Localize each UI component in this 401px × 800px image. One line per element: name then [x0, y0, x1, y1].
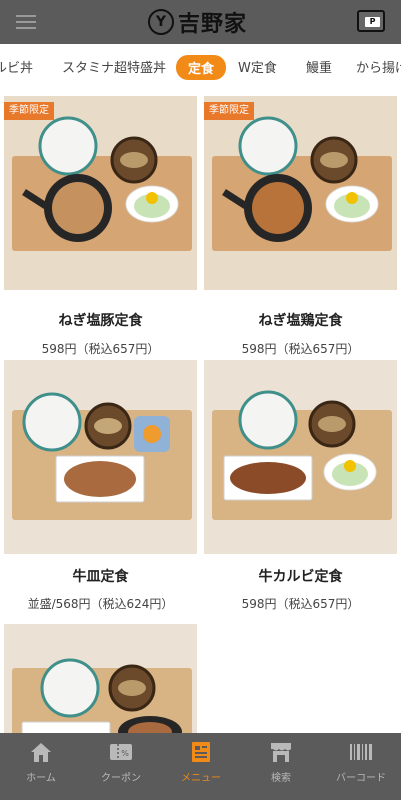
tab-stamina[interactable]: スタミナ超特盛丼 [62, 57, 166, 76]
nav-label-home: ホーム [26, 773, 56, 784]
product-card[interactable]: 牛皿定食 並盛/568円（税込624円） [4, 360, 197, 620]
nav-menu[interactable]: メニュー [166, 741, 236, 784]
hamburger-icon[interactable] [16, 15, 36, 29]
tab-karaage[interactable]: から揚げ [356, 57, 401, 76]
nav-label-menu: メニュー [181, 773, 221, 784]
category-tabs: ルビ丼 スタミナ超特盛丼 定食 W定食 鰻重 から揚げ [0, 44, 401, 88]
nav-search[interactable]: 検索 [246, 741, 316, 784]
nav-label-coupon: クーポン [101, 773, 141, 784]
wallet-label: P [365, 17, 380, 27]
product-name: 牛皿定食 [72, 569, 129, 585]
product-price: 598円（税込657円） [241, 597, 360, 611]
product-price: 598円（税込657円） [41, 342, 160, 356]
menu-book-icon [192, 742, 210, 762]
product-image: 季節限定 [204, 96, 397, 290]
product-price: 598円（税込657円） [241, 342, 360, 356]
nav-barcode[interactable]: バーコード [326, 741, 396, 784]
seasonal-badge: 季節限定 [4, 102, 54, 120]
product-image [204, 360, 397, 554]
product-image [4, 360, 197, 554]
nav-coupon[interactable]: % クーポン [86, 741, 156, 784]
logo-mark-icon: Y [148, 9, 174, 35]
home-icon [31, 743, 51, 762]
nav-label-barcode: バーコード [336, 773, 386, 784]
logo[interactable]: Y 吉野家 [148, 8, 248, 37]
logo-text: 吉野家 [178, 11, 248, 37]
product-card[interactable]: 季節限定 ねぎ塩鶏定食 598円（税込657円） [204, 96, 397, 356]
coupon-icon: % [110, 744, 132, 760]
store-icon [271, 743, 291, 762]
nav-home[interactable]: ホーム [6, 741, 76, 784]
wallet-icon[interactable]: P [357, 10, 385, 32]
product-name: ねぎ塩鶏定食 [258, 313, 343, 329]
product-name: 牛カルビ定食 [258, 569, 343, 585]
app-header: Y 吉野家 P [0, 0, 401, 44]
tab-teishoku[interactable]: 定食 [176, 55, 227, 80]
tab-unaju[interactable]: 鰻重 [306, 57, 332, 76]
product-card[interactable]: 季節限定 ねぎ塩豚定食 598円（税込657円） [4, 96, 197, 356]
product-image: 季節限定 [4, 96, 197, 290]
product-name: ねぎ塩豚定食 [58, 313, 143, 329]
product-price: 並盛/568円（税込624円） [27, 597, 174, 611]
seasonal-badge: 季節限定 [204, 102, 254, 120]
nav-label-search: 検索 [271, 773, 291, 784]
barcode-icon [350, 744, 372, 760]
svg-text:%: % [121, 749, 129, 758]
tab-karubi-don[interactable]: ルビ丼 [0, 57, 33, 76]
tab-w-teishoku[interactable]: W定食 [238, 57, 277, 76]
bottom-navigation: ホーム % クーポン メニュー 検索 バーコード [0, 733, 401, 800]
product-card[interactable]: 牛カルビ定食 598円（税込657円） [204, 360, 397, 620]
